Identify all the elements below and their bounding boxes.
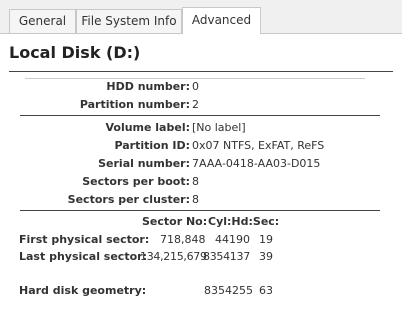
sector-no-header: Sector No: — [142, 215, 208, 228]
partition-number-label: Partition number: — [79, 98, 190, 111]
tab-advanced[interactable]: Advanced — [182, 7, 261, 34]
first-sector-number: 718,848 — [160, 233, 206, 246]
last-cyl-hd: 8354137 — [203, 250, 250, 263]
chs-header: Cyl:Hd:Sec: — [208, 215, 280, 228]
first-sec: 19 — [259, 233, 273, 246]
serial-number-label: Serial number: — [98, 157, 190, 170]
divider — [20, 210, 380, 211]
hard-disk-cyl-hd: 8354255 — [204, 284, 253, 297]
divider — [20, 115, 380, 116]
sectors-per-boot-value: 8 — [192, 175, 199, 188]
sectors-per-cluster-value: 8 — [192, 193, 199, 206]
volume-label-value: [No label] — [192, 121, 246, 134]
page-title: Local Disk (D:) — [9, 43, 141, 62]
divider — [9, 71, 393, 72]
last-sec: 39 — [259, 250, 273, 263]
tab-general[interactable]: General — [9, 9, 76, 33]
hard-disk-sec: 63 — [259, 284, 273, 297]
sectors-per-cluster-label: Sectors per cluster: — [67, 193, 190, 206]
first-cyl-hd: 44190 — [215, 233, 250, 246]
partition-id-label: Partition ID: — [114, 139, 190, 152]
last-physical-sector-label: Last physical sector: — [19, 250, 147, 263]
tab-file-system-info[interactable]: File System Info — [76, 9, 182, 33]
volume-label-label: Volume label: — [105, 121, 190, 134]
serial-number-value: 7AAA-0418-AA03-D015 — [192, 157, 321, 170]
first-physical-sector-label: First physical sector: — [19, 233, 150, 246]
sectors-per-boot-label: Sectors per boot: — [82, 175, 190, 188]
hdd-number-label: HDD number: — [106, 80, 190, 93]
partition-number-value: 2 — [192, 98, 199, 111]
last-sector-number: 134,215,679 — [140, 250, 207, 263]
partition-id-value: 0x07 NTFS, ExFAT, ReFS — [192, 139, 325, 152]
hdd-number-value: 0 — [192, 80, 199, 93]
hard-disk-geometry-label: Hard disk geometry: — [19, 284, 147, 297]
divider — [25, 78, 365, 79]
tab-bar: General File System Info Advanced — [0, 0, 402, 34]
